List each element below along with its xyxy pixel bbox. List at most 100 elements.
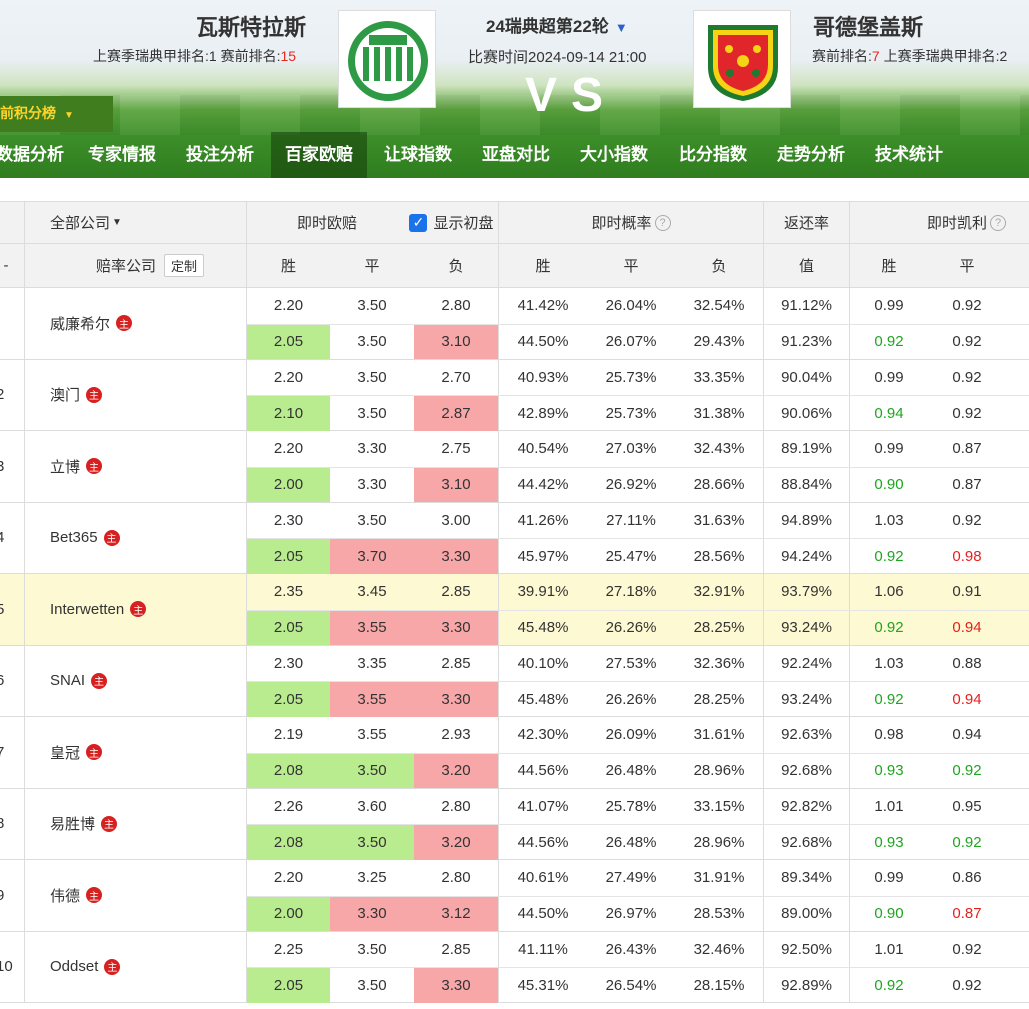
tab-expert-intel[interactable]: 专家情报 [80,132,164,178]
odds-win-cell[interactable]: 2.08 [247,753,330,788]
odds-lose-cell[interactable]: 3.00 [414,503,498,539]
odds-draw-cell[interactable]: 3.55 [330,682,414,717]
table-row[interactable]: 5 Interwetten 主 2.35 3.45 2.85 39.91% 27.18% 32.… [0,574,1029,646]
tab-data-analysis[interactable]: 数据分析 [0,132,64,178]
odds-win-cell[interactable]: 2.26 [247,789,330,825]
company-name[interactable]: Oddset 主 [50,932,121,1003]
league-round-selector[interactable]: 24瑞典超第22轮 ▼ [486,12,628,37]
odds-draw-cell[interactable]: 3.50 [330,288,414,324]
odds-win-cell[interactable]: 2.20 [247,360,330,396]
odds-draw-cell[interactable]: 3.45 [330,574,414,610]
odds-draw-cell[interactable]: 3.50 [330,932,414,968]
tab-score-index[interactable]: 比分指数 [671,132,755,178]
odds-draw-cell[interactable]: 3.55 [330,717,414,753]
tab-over-under[interactable]: 大小指数 [572,132,656,178]
company-name[interactable]: 易胜博主 [50,789,118,860]
tab-betting-analysis[interactable]: 投注分析 [178,132,262,178]
company-name[interactable]: 伟德主 [50,860,103,931]
tab-handicap-index[interactable]: 让球指数 [376,132,460,178]
odds-draw-cell[interactable]: 3.60 [330,789,414,825]
custom-button[interactable]: 定制 [164,254,205,277]
odds-lose-cell[interactable]: 3.12 [414,896,498,931]
odds-win-cell[interactable]: 2.05 [247,682,330,717]
odds-win-cell[interactable]: 2.00 [247,896,330,931]
odds-lose-cell[interactable]: 3.10 [414,467,498,502]
odds-draw-cell[interactable]: 3.50 [330,968,414,1003]
odds-win-cell[interactable]: 2.00 [247,467,330,502]
table-row[interactable]: 6 SNAI 主 2.30 3.35 2.85 40.10% 27.53% 32.36% 92.2… [0,645,1029,717]
home-team-logo[interactable] [338,10,436,108]
checkbox-checked-icon[interactable]: ✓ [409,213,428,232]
table-row[interactable]: 10 Oddset 主 2.25 3.50 2.85 41.11% 26.43% 32.46% 9… [0,931,1029,1003]
odds-lose-cell[interactable]: 3.30 [414,968,498,1003]
company-name[interactable]: Interwetten 主 [50,574,147,645]
odds-lose-cell[interactable]: 2.93 [414,717,498,753]
odds-draw-cell[interactable]: 3.70 [330,539,414,574]
table-row[interactable]: 9 伟德主 2.20 3.25 2.80 40.61% 27.49% 31.91% 89.34%… [0,860,1029,932]
odds-lose-cell[interactable]: 3.20 [414,825,498,860]
show-initial-toggle[interactable]: ✓ 显示初盘 [405,202,498,243]
odds-draw-cell[interactable]: 3.50 [330,396,414,431]
odds-win-cell[interactable]: 2.05 [247,539,330,574]
table-row[interactable]: 3 立博主 2.20 3.30 2.75 40.54% 27.03% 32.43% 89.19%… [0,431,1029,503]
odds-draw-cell[interactable]: 3.50 [330,325,414,360]
odds-draw-cell[interactable]: 3.55 [330,610,414,645]
odds-lose-cell[interactable]: 2.80 [414,288,498,324]
odds-win-cell[interactable]: 2.10 [247,396,330,431]
odds-win-cell[interactable]: 2.08 [247,825,330,860]
odds-win-cell[interactable]: 2.05 [247,324,330,359]
odds-win-cell[interactable]: 2.30 [247,646,330,682]
odds-win-cell[interactable]: 2.35 [247,574,330,610]
odds-lose-cell[interactable]: 2.85 [414,932,498,968]
all-companies-dropdown[interactable]: 全部公司 ▼ [24,202,246,243]
table-row[interactable]: 威廉希尔主 2.20 3.50 2.80 41.42% 26.04% 32.54% 91.12… [0,288,1029,360]
table-row[interactable]: 8 易胜博主 2.26 3.60 2.80 41.07% 25.78% 33.15% 92.82… [0,788,1029,860]
tab-euro-odds[interactable]: 百家欧赔 [271,132,367,178]
standings-dropdown[interactable]: 前积分榜 ▼ [0,96,113,132]
odds-draw-cell[interactable]: 3.30 [330,431,414,467]
company-name[interactable]: Bet365 主 [50,503,120,574]
company-name[interactable]: 皇冠主 [50,717,103,788]
away-team-name[interactable]: 哥德堡盖斯 [813,10,923,42]
odds-draw-cell[interactable]: 3.30 [330,896,414,931]
odds-lose-cell[interactable]: 2.85 [414,574,498,610]
odds-lose-cell[interactable]: 2.70 [414,360,498,396]
odds-win-cell[interactable]: 2.20 [247,431,330,467]
odds-lose-cell[interactable]: 3.30 [414,682,498,717]
odds-lose-cell[interactable]: 2.87 [414,396,498,431]
odds-draw-cell[interactable]: 3.25 [330,860,414,896]
odds-win-cell[interactable]: 2.05 [247,968,330,1003]
odds-win-cell[interactable]: 2.05 [247,610,330,645]
tab-trend-analysis[interactable]: 走势分析 [769,132,853,178]
odds-lose-cell[interactable]: 3.30 [414,610,498,645]
odds-lose-cell[interactable]: 2.75 [414,431,498,467]
company-name[interactable]: 澳门主 [50,360,103,431]
odds-draw-cell[interactable]: 3.35 [330,646,414,682]
odds-win-cell[interactable]: 2.25 [247,932,330,968]
table-row[interactable]: 7 皇冠主 2.19 3.55 2.93 42.30% 26.09% 31.61% 92.63%… [0,717,1029,789]
odds-draw-cell[interactable]: 3.50 [330,825,414,860]
odds-lose-cell[interactable]: 2.80 [414,789,498,825]
company-name[interactable]: 立博主 [50,431,103,502]
company-name[interactable]: SNAI 主 [50,646,108,717]
tab-asian-compare[interactable]: 亚盘对比 [474,132,558,178]
odds-lose-cell[interactable]: 2.85 [414,646,498,682]
odds-win-cell[interactable]: 2.20 [247,288,330,324]
odds-draw-cell[interactable]: 3.30 [330,468,414,503]
odds-lose-cell[interactable]: 3.10 [414,324,498,359]
odds-draw-cell[interactable]: 3.50 [330,503,414,539]
away-team-logo[interactable] [693,10,791,108]
help-icon[interactable]: ? [990,214,1007,231]
odds-lose-cell[interactable]: 3.20 [414,753,498,788]
table-row[interactable]: 4 Bet365 主 2.30 3.50 3.00 41.26% 27.11% 31.63% 94… [0,502,1029,574]
odds-lose-cell[interactable]: 3.30 [414,539,498,574]
odds-win-cell[interactable]: 2.30 [247,503,330,539]
home-team-name[interactable]: 瓦斯特拉斯 [196,10,306,42]
odds-lose-cell[interactable]: 2.80 [414,860,498,896]
company-name[interactable]: 威廉希尔主 [50,288,133,359]
tab-tech-stats[interactable]: 技术统计 [867,132,951,178]
help-icon[interactable]: ? [654,214,671,231]
table-row[interactable]: 2 澳门主 2.20 3.50 2.70 40.93% 25.73% 33.35% 90.04%… [0,359,1029,431]
odds-draw-cell[interactable]: 3.50 [330,360,414,396]
odds-win-cell[interactable]: 2.19 [247,717,330,753]
